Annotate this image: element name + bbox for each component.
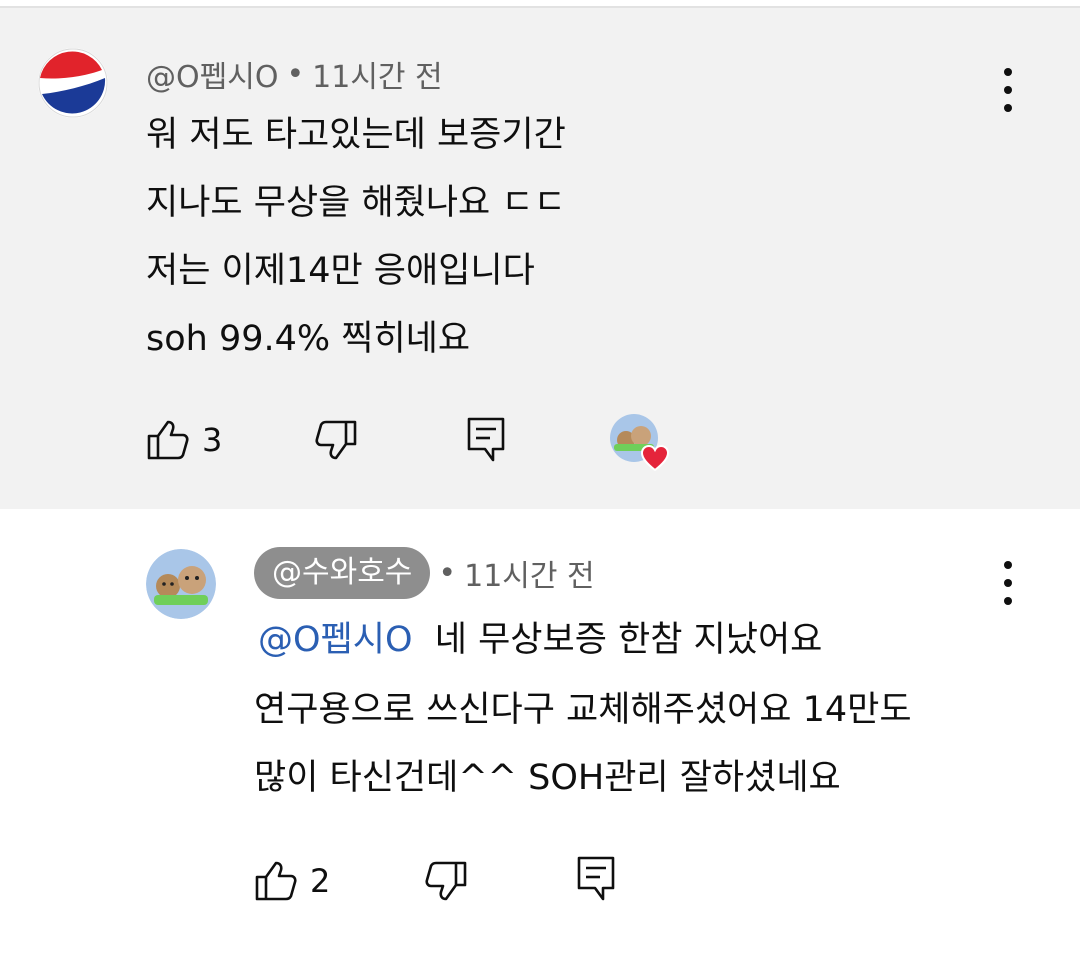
comment-meta: @O펩시O • 11시간 전: [146, 52, 443, 96]
comment-text-line: @O펩시O 네 무상보증 한참 지났어요: [258, 619, 822, 661]
comment-text-line: soh 99.4% 찍히네요: [146, 319, 471, 359]
like-button[interactable]: 2: [254, 859, 330, 903]
comment-text-line: 많이 타신건데^^ SOH관리 잘하셨네요: [254, 758, 841, 798]
pepsi-avatar[interactable]: [38, 48, 108, 118]
thumbs-down-icon: [425, 861, 467, 901]
reply-button[interactable]: [576, 855, 616, 903]
comment-timestamp[interactable]: 11시간 전: [464, 551, 595, 595]
mention-link[interactable]: @O펩시O: [258, 620, 413, 660]
cat-avatar-icon: [146, 549, 216, 619]
top-divider: [0, 0, 1080, 8]
comment-meta: @수와호수 • 11시간 전: [254, 547, 595, 599]
comment-text-line: 연구용으로 쓰신다구 교체해주셨어요 14만도: [254, 690, 912, 730]
thumbs-down-icon: [315, 420, 357, 460]
creator-heart-avatar[interactable]: [610, 414, 670, 472]
cat-avatar[interactable]: [146, 549, 216, 619]
dislike-button[interactable]: [424, 859, 468, 903]
meta-separator: •: [438, 555, 457, 591]
comment-menu-icon[interactable]: [998, 561, 1018, 605]
comment-author[interactable]: @O펩시O: [146, 52, 278, 96]
creator-author-chip[interactable]: @수와호수: [254, 547, 431, 599]
comment-menu-icon[interactable]: [998, 68, 1018, 112]
like-count: 2: [310, 862, 331, 900]
like-button[interactable]: 3: [146, 418, 222, 462]
highlighted-comment: @O펩시O • 11시간 전 워 저도 타고있는데 보증기간 지나도 무상을 해…: [0, 8, 1080, 509]
pepsi-logo-icon: [38, 48, 108, 118]
meta-separator: •: [286, 56, 305, 92]
heart-icon: [640, 444, 670, 472]
thumbs-up-icon: [147, 420, 189, 460]
comment-text-line: 저는 이제14만 응애입니다: [146, 251, 535, 291]
reply-comment-icon: [577, 856, 615, 901]
like-count: 3: [202, 421, 223, 459]
comment-text-line: 워 저도 타고있는데 보증기간: [146, 115, 566, 155]
comment-timestamp[interactable]: 11시간 전: [312, 52, 443, 96]
reply-comment-icon: [467, 417, 505, 462]
comment-text-line: 지나도 무상을 해줬나요 ㄷㄷ: [146, 183, 566, 223]
reply-button[interactable]: [466, 416, 506, 464]
dislike-button[interactable]: [314, 418, 358, 462]
comment-text: 네 무상보증 한참 지났어요: [434, 620, 823, 660]
thumbs-up-icon: [255, 861, 297, 901]
reply-comment: @수와호수 • 11시간 전 @O펩시O 네 무상보증 한참 지났어요 연구용으…: [0, 509, 1080, 971]
